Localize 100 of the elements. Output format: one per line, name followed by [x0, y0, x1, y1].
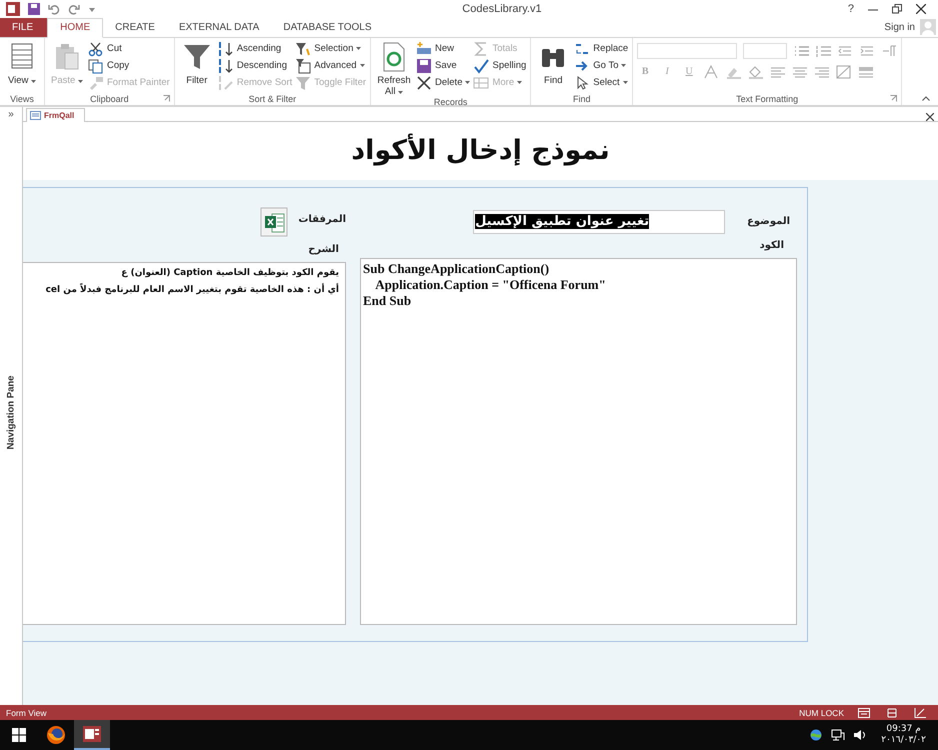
firefox-icon [46, 725, 66, 746]
code-line: Application.Caption = "Officena Forum" [374, 276, 607, 293]
caret-icon [621, 64, 626, 68]
globe-icon [809, 729, 824, 742]
align-right-icon [813, 64, 830, 79]
spelling-icon [473, 58, 490, 74]
caret-icon [31, 80, 36, 83]
group-label: Find [572, 94, 590, 104]
bullets-icon [793, 44, 810, 58]
copy-icon [88, 58, 104, 74]
ribbon-button[interactable]: Filter [178, 40, 215, 93]
indent-decrease-icon [837, 44, 854, 58]
ribbon-button[interactable]: Go To [574, 58, 628, 74]
group-label: Clipboard [90, 94, 129, 104]
group-label: Sort & Filter [248, 94, 296, 104]
datasheet-view-icon [886, 708, 898, 718]
explanation-field[interactable]: يقوم الكود بتوظيف الخاصية Caption (العنوان) ع أي أن : هذه الخاصية تقوم بتغيير الاسم العام للبرنامج فبدلاً من cel [23, 262, 346, 625]
explanation-label: الشرح [308, 244, 339, 256]
sort-descending-icon [218, 58, 234, 74]
close-icon [916, 4, 926, 14]
caret-icon [356, 47, 362, 50]
form-icon [30, 110, 41, 120]
ribbon-button[interactable]: Save [416, 58, 470, 74]
subject-field[interactable]: تغيير عنوان تطبيق الإكسيل [473, 210, 726, 234]
caret-icon [398, 90, 404, 94]
explanation-line: أي أن : هذه الخاصية تقوم بتغيير الاسم العام للبرنامج فبدلاً من cel [44, 282, 339, 297]
document-tab[interactable]: FrmQall [26, 108, 86, 122]
restore-icon [892, 4, 902, 14]
num-lock-indicator: NUM LOCK [799, 708, 844, 718]
ribbon-button[interactable]: Find [535, 40, 572, 93]
ribbon-button[interactable]: Ascending [218, 40, 292, 57]
attachments-label: المرفقات [298, 214, 346, 226]
code-line: End Sub [363, 292, 412, 309]
numbering-icon [815, 44, 832, 58]
group-label: Views [10, 94, 34, 104]
clock-date: ٢٠١٦/٠٣/٠٢ [881, 735, 926, 746]
subject-label: الموضوع [747, 216, 790, 228]
avatar-icon [920, 19, 936, 36]
access-app-icon [82, 724, 102, 744]
new-record-icon [416, 40, 432, 57]
gridlines-icon [835, 64, 852, 79]
ribbon-button[interactable]: Replace [574, 40, 628, 57]
remove-sort-icon [218, 74, 234, 91]
ribbon-button[interactable]: Cut [88, 40, 170, 57]
excel-file-icon [260, 206, 288, 238]
align-center-icon [791, 64, 808, 79]
group-label: Records [434, 96, 468, 107]
ribbon-button[interactable]: Descending [218, 58, 292, 74]
navigation-pane-label[interactable]: Navigation Pane [6, 376, 16, 450]
ribbon-tab[interactable]: FILE [0, 18, 48, 37]
form-view-icon [858, 708, 870, 718]
clock-time: 09:37 م [886, 724, 921, 736]
design-view-icon [914, 708, 926, 718]
sign-in-link[interactable]: Sign in [884, 22, 915, 33]
ribbon-button[interactable]: Delete [416, 74, 470, 91]
taskbar-clock[interactable]: 09:37 م ٢٠١٦/٠٣/٠٢ [875, 724, 932, 746]
paragraph-direction-icon [881, 44, 898, 58]
collapse-ribbon-icon [922, 96, 930, 101]
help-button[interactable]: ? [848, 2, 854, 15]
caret-icon [78, 80, 83, 83]
ribbon-button[interactable]: Select [574, 74, 628, 91]
scissors-icon [88, 40, 104, 57]
ribbon-button[interactable]: New [416, 40, 470, 57]
ribbon-tab[interactable]: CREATE [103, 18, 167, 37]
dialog-launcher-icon [162, 94, 170, 102]
ribbon-button[interactable]: View [4, 40, 40, 93]
ribbon-button[interactable]: Advanced [295, 58, 366, 74]
network-icon [831, 729, 846, 742]
group-label: Text Formatting [736, 94, 798, 104]
dialog-launcher-icon [890, 94, 898, 102]
ribbon-tab[interactable]: DATABASE TOOLS [271, 18, 384, 37]
expand-pane-button[interactable]: » [8, 108, 14, 120]
caret-icon [465, 81, 470, 84]
ribbon-tab[interactable]: HOME [47, 18, 104, 38]
paintbrush-icon [88, 74, 104, 91]
form-title: نموذج إدخال الأكواد [351, 135, 610, 166]
indent-increase-icon [859, 44, 876, 58]
ribbon-tab[interactable]: EXTERNAL DATA [166, 18, 272, 37]
delete-icon [416, 74, 432, 91]
redo-icon [68, 2, 80, 15]
code-field[interactable]: Sub ChangeApplicationCaption() Application.Caption = "Officena Forum" End Sub [360, 258, 797, 625]
caret-icon [360, 64, 365, 68]
fill-bucket-icon [747, 64, 764, 79]
ribbon-button[interactable]: Copy [88, 58, 170, 74]
taskbar-app[interactable] [74, 720, 110, 750]
ribbon-button[interactable]: Refresh All [375, 40, 414, 97]
code-label: الكود [760, 240, 784, 251]
alternate-row-icon [857, 64, 874, 79]
ribbon-button[interactable]: Spelling [473, 58, 526, 74]
caret-icon [622, 81, 628, 84]
undo-icon [48, 2, 60, 15]
align-left-icon [769, 64, 786, 79]
ribbon-button[interactable]: Selection [295, 40, 366, 57]
subject-value: تغيير عنوان تطبيق الإكسيل [475, 214, 650, 230]
code-line: Sub ChangeApplicationCaption() [363, 260, 550, 277]
more-icon [473, 74, 490, 91]
sort-ascending-icon [218, 40, 234, 57]
caret-icon [517, 81, 522, 84]
window-title: CodesLibrary.v1 [461, 2, 543, 15]
font-color-icon [703, 64, 720, 79]
